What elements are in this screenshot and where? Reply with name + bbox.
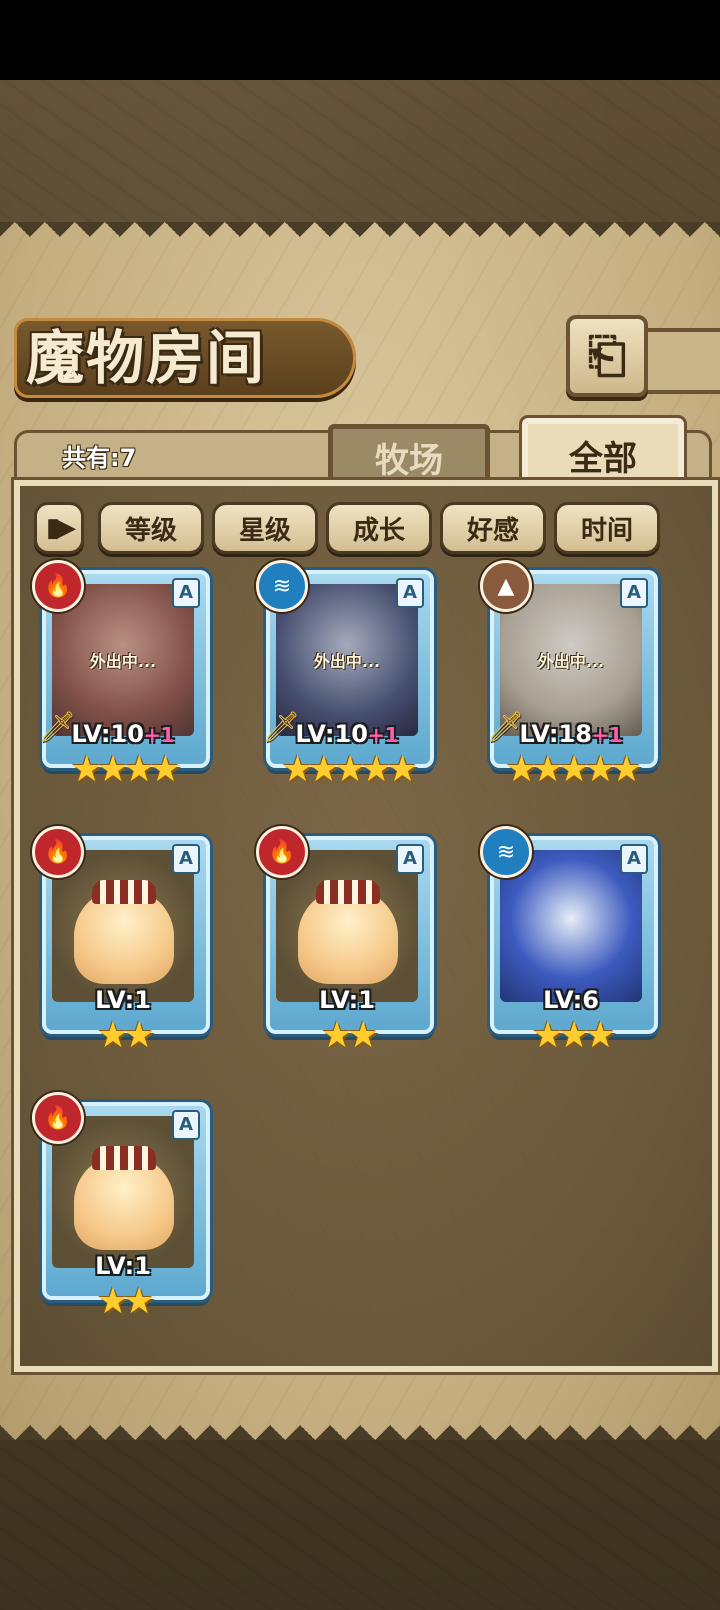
monster-card[interactable]: 🔥 A LV:1 ★★ <box>32 1092 214 1322</box>
star-rating: ★★ <box>96 1015 156 1056</box>
monster-card[interactable]: 🔥 A LV:1 ★★ <box>32 826 214 1056</box>
rank-badge: A <box>172 844 200 874</box>
back-rail <box>640 328 720 394</box>
level-label: LV:1 <box>95 986 151 1014</box>
back-arrow-icon: ⎗ <box>587 327 627 384</box>
away-status: 外出中... <box>313 652 381 671</box>
sort-star-button[interactable]: 星级 <box>212 502 318 554</box>
level-bonus: +1 <box>143 723 175 747</box>
star-rating: ★★★ <box>531 1015 617 1056</box>
star-rating: ★★ <box>320 1015 380 1056</box>
rank-badge: A <box>620 844 648 874</box>
tab-all[interactable]: 全部 <box>519 415 687 489</box>
page-title: 魔物房间 <box>26 324 267 392</box>
level-bonus: +1 <box>591 723 623 747</box>
pudding-cap <box>92 880 156 904</box>
monster-card[interactable]: 外出中... ≋ A 🗡 LV:10+1 ★★★★★ <box>256 560 438 790</box>
star-rating: ★★★★★ <box>281 749 418 790</box>
away-status: 外出中... <box>89 652 157 671</box>
rank-badge: A <box>172 1110 200 1140</box>
monster-card[interactable]: 🔥 A LV:1 ★★ <box>256 826 438 1056</box>
level-label: LV:1 <box>95 1252 151 1280</box>
panel-torn-edge-top <box>0 222 720 248</box>
tab-ranch[interactable]: 牧场 <box>328 424 490 485</box>
fire-element-icon: 🔥 <box>32 826 84 878</box>
status-bar <box>0 0 720 80</box>
monster-card[interactable]: 外出中... ▲ A 🗡 LV:18+1 ★★★★★ <box>480 560 662 790</box>
away-status: 外出中... <box>537 652 605 671</box>
level-label: LV:1 <box>319 986 375 1014</box>
sort-affection-button[interactable]: 好感 <box>440 502 546 554</box>
rank-badge: A <box>620 578 648 608</box>
sort-order-icon: ▮▶ <box>45 513 76 543</box>
pudding-cap <box>316 880 380 904</box>
sort-order-toggle-button[interactable]: ▮▶ <box>34 502 84 554</box>
sort-level-button[interactable]: 等级 <box>98 502 204 554</box>
level-label: LV:6 <box>543 986 599 1014</box>
fire-element-icon: 🔥 <box>32 1092 84 1144</box>
sort-growth-button[interactable]: 成长 <box>326 502 432 554</box>
fire-element-icon: 🔥 <box>256 826 308 878</box>
monster-card[interactable]: 外出中... 🔥 A 🗡 LV:10+1 ★★★★ <box>32 560 214 790</box>
pudding-cap <box>92 1146 156 1170</box>
level-label: LV:18+1 <box>519 720 623 748</box>
fire-element-icon: 🔥 <box>32 560 84 612</box>
rank-badge: A <box>172 578 200 608</box>
water-element-icon: ≋ <box>256 560 308 612</box>
level-label: LV:10+1 <box>71 720 175 748</box>
earth-element-icon: ▲ <box>480 560 532 612</box>
star-rating: ★★ <box>96 1281 156 1322</box>
level-bonus: +1 <box>367 723 399 747</box>
monster-count: 共有:7 <box>62 444 137 472</box>
level-label: LV:10+1 <box>295 720 399 748</box>
back-button[interactable]: ⎗ <box>566 315 648 397</box>
rank-badge: A <box>396 578 424 608</box>
rank-badge: A <box>396 844 424 874</box>
star-rating: ★★★★★ <box>505 749 642 790</box>
water-element-icon: ≋ <box>480 826 532 878</box>
sort-time-button[interactable]: 时间 <box>554 502 660 554</box>
panel-torn-edge-bottom <box>0 1414 720 1440</box>
star-rating: ★★★★ <box>70 749 181 790</box>
monster-card[interactable]: ≋ A LV:6 ★★★ <box>480 826 662 1056</box>
